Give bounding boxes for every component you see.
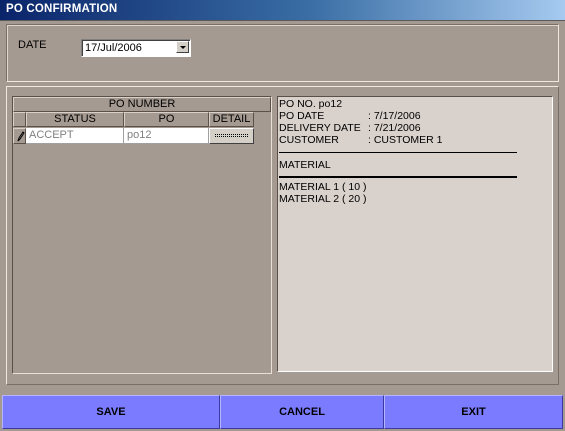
po-date-label: PO DATE: [279, 110, 325, 122]
material-item: MATERIAL 1 ( 10 ): [279, 181, 367, 193]
po-number-line: PO NO. po12: [279, 98, 343, 110]
save-button[interactable]: SAVE: [2, 395, 220, 429]
date-value: 17/Jul/2006: [85, 42, 142, 54]
row-indicator-header: [13, 112, 26, 127]
divider: [279, 152, 517, 153]
material-header: MATERIAL: [279, 159, 331, 171]
customer-value: : CUSTOMER 1: [368, 134, 443, 146]
column-header-po[interactable]: PO: [124, 112, 209, 127]
customer-label: CUSTOMER: [279, 134, 339, 146]
filter-panel: DATE 17/Jul/2006: [6, 24, 559, 82]
detail-button[interactable]: [209, 128, 254, 144]
main-panel: PO NUMBER STATUS PO DETAIL ACCEPT po12 P…: [6, 86, 559, 385]
exit-button[interactable]: EXIT: [384, 395, 563, 429]
title-bar: PO CONFIRMATION: [0, 0, 565, 21]
action-bar: SAVE CANCEL EXIT: [2, 395, 563, 429]
table-cell-po[interactable]: po12: [124, 128, 209, 144]
column-header-status[interactable]: STATUS: [26, 112, 124, 127]
po-detail-panel: PO NO. po12 PO DATE : 7/17/2006 DELIVERY…: [277, 96, 553, 372]
po-number-header: PO NUMBER: [13, 97, 271, 112]
row-indicator[interactable]: [13, 128, 26, 144]
delivery-date-value: : 7/21/2006: [368, 122, 421, 134]
column-header-detail[interactable]: DETAIL: [209, 112, 254, 127]
window-title: PO CONFIRMATION: [6, 3, 118, 15]
material-item: MATERIAL 2 ( 20 ): [279, 193, 367, 205]
pencil-icon: [17, 131, 25, 142]
table-cell-status[interactable]: ACCEPT: [26, 128, 124, 144]
chevron-down-icon[interactable]: [176, 41, 189, 53]
date-picker[interactable]: 17/Jul/2006: [81, 39, 191, 57]
divider: [279, 176, 517, 178]
po-date-value: : 7/17/2006: [368, 110, 421, 122]
cancel-button[interactable]: CANCEL: [220, 395, 384, 429]
date-label: DATE: [18, 39, 47, 51]
delivery-date-label: DELIVERY DATE: [279, 122, 361, 134]
po-grid[interactable]: PO NUMBER STATUS PO DETAIL ACCEPT po12: [12, 96, 272, 374]
